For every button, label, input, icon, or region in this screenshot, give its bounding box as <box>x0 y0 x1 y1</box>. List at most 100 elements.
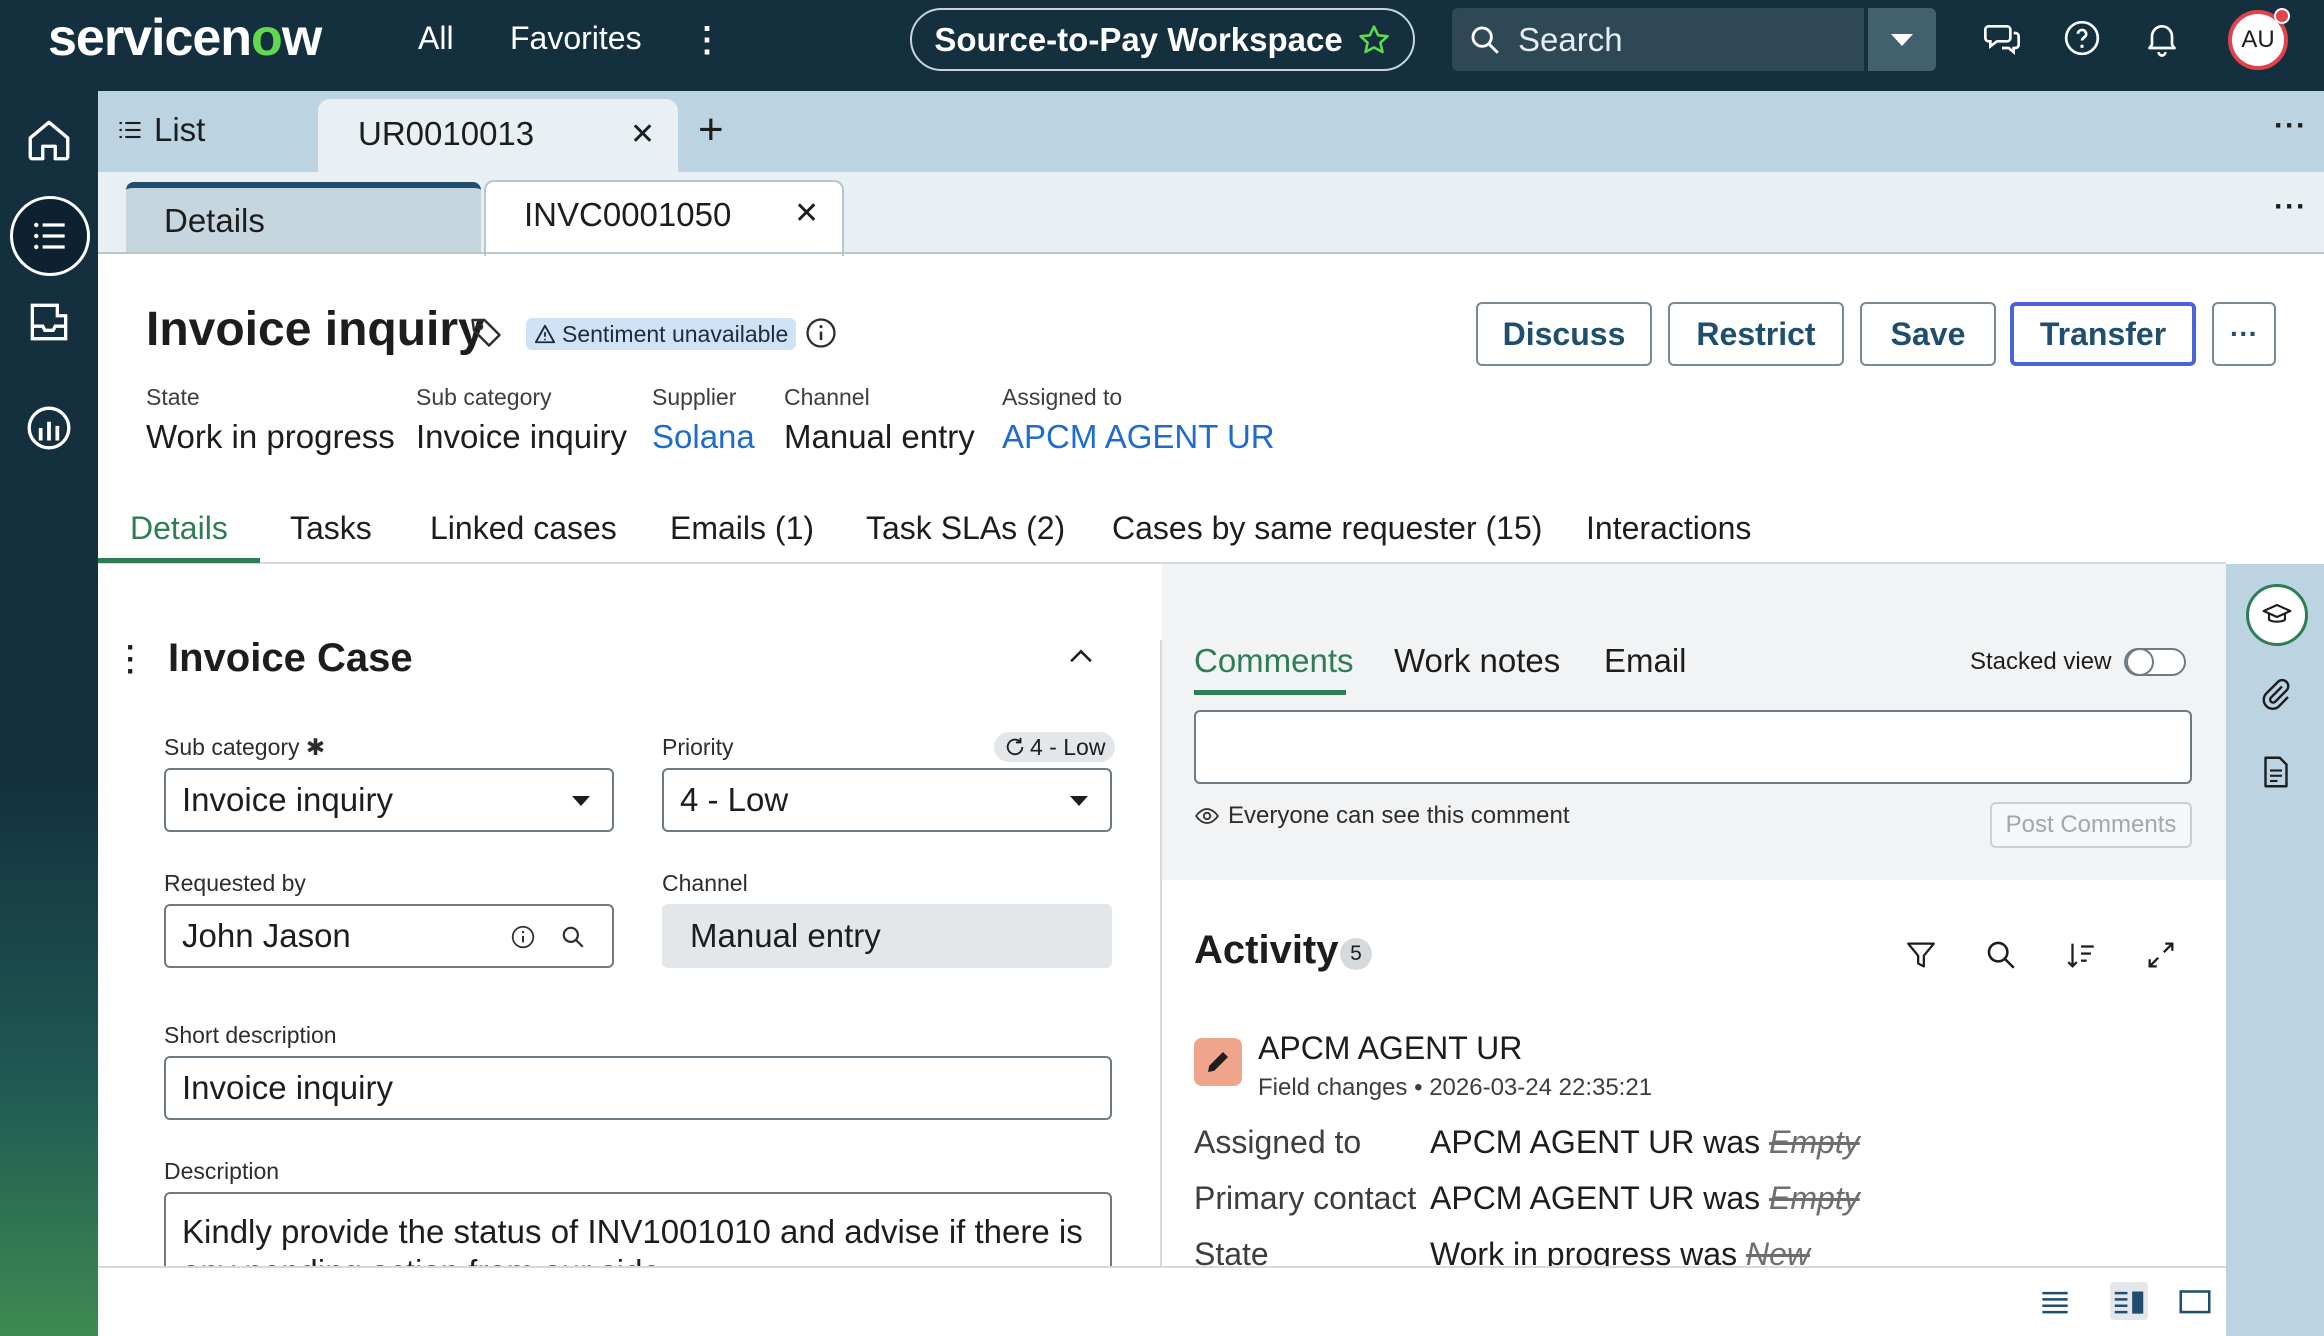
supplier-link[interactable]: Solana <box>652 418 755 456</box>
tab-ur0010013[interactable]: UR0010013 <box>318 99 678 172</box>
tab-emails[interactable]: Emails (1) <box>670 510 814 547</box>
tab-task-slas[interactable]: Task SLAs (2) <box>866 510 1065 547</box>
pencil-icon <box>1208 1052 1228 1072</box>
tab-details[interactable]: Details <box>130 510 228 547</box>
activity-meta: Field changes • 2026-03-24 22:35:21 <box>1258 1074 1653 1101</box>
info-icon[interactable] <box>510 924 536 950</box>
list-tab[interactable]: List <box>116 111 205 149</box>
tab-invc0001050[interactable]: INVC0001050 <box>484 180 844 256</box>
visibility-text: Everyone can see this comment <box>1228 802 1570 829</box>
tab-email[interactable]: Email <box>1604 642 1687 680</box>
meta-value-state: Work in progress <box>146 418 395 455</box>
tab-linked-cases[interactable]: Linked cases <box>430 510 617 547</box>
inbox-icon[interactable] <box>24 297 74 347</box>
meta-label-channel: Channel <box>784 384 870 410</box>
meta-value-subcategory: Invoice inquiry <box>416 418 627 455</box>
search-icon[interactable] <box>1984 938 2018 972</box>
sort-icon[interactable] <box>2064 938 2098 972</box>
list-nav-button[interactable] <box>10 196 90 276</box>
close-tab-icon[interactable]: ✕ <box>630 117 655 152</box>
filter-icon[interactable] <box>1904 938 1938 972</box>
tab-comments[interactable]: Comments <box>1194 642 1354 680</box>
tab-work-notes[interactable]: Work notes <box>1394 642 1560 680</box>
workspace-selector[interactable]: Source-to-Pay Workspace <box>910 8 1415 71</box>
search-placeholder: Search <box>1518 20 1623 58</box>
analytics-icon[interactable] <box>24 403 74 453</box>
meta-label-assigned: Assigned to <box>1002 384 1123 410</box>
nav-favorites[interactable]: Favorites <box>510 20 642 57</box>
tab-cases-by-requester[interactable]: Cases by same requester (15) <box>1112 510 1542 547</box>
requested-by-field[interactable]: John Jason <box>164 904 614 968</box>
description-textarea[interactable]: Kindly provide the status of INV1001010 … <box>164 1192 1112 1272</box>
chevron-down-icon <box>572 796 590 806</box>
section-menu-icon[interactable]: · · · <box>126 633 136 687</box>
subcategory-select[interactable]: Invoice inquiry <box>164 768 614 832</box>
assigned-to-link[interactable]: APCM AGENT UR <box>1002 418 1275 456</box>
save-button[interactable]: Save <box>1860 302 1996 366</box>
active-tab-indicator <box>1194 690 1346 695</box>
short-description-value: Invoice inquiry <box>182 1069 393 1106</box>
sentiment-label: Sentiment unavailable <box>562 320 789 347</box>
change-value: APCM AGENT UR was Empty <box>1430 1124 1860 1160</box>
bell-icon[interactable] <box>2142 18 2182 58</box>
more-menu-icon[interactable]: ⋮ <box>690 20 724 60</box>
priority-select[interactable]: 4 - Low <box>662 768 1112 832</box>
paperclip-icon[interactable] <box>2258 676 2294 712</box>
tab-details[interactable]: Details <box>126 182 481 254</box>
restrict-button[interactable]: Restrict <box>1668 302 1844 366</box>
post-comments-button[interactable]: Post Comments <box>1990 802 2192 848</box>
more-horizontal-icon[interactable]: ··· <box>2274 190 2307 224</box>
activity-avatar <box>1194 1038 1242 1086</box>
help-icon[interactable] <box>2062 18 2102 58</box>
chevron-down-icon <box>1891 33 1913 46</box>
chevron-up-icon[interactable] <box>1064 640 1098 674</box>
split-view-icon[interactable] <box>2110 1282 2148 1320</box>
servicenow-logo[interactable]: servicenow <box>48 8 322 68</box>
subtab-bar: Details INVC0001050 ✕ ··· <box>98 172 2324 256</box>
graduation-cap-icon <box>2262 603 2292 623</box>
search-icon <box>1471 26 1499 54</box>
close-tab-icon[interactable]: ✕ <box>794 196 819 231</box>
list-view-icon[interactable] <box>2036 1282 2074 1320</box>
expand-icon[interactable] <box>2144 938 2178 972</box>
active-tab-indicator <box>98 558 260 563</box>
required-mark: ✱ <box>305 734 326 760</box>
subcategory-label: Sub category ✱ <box>164 734 326 760</box>
chevron-down-icon <box>1070 796 1088 806</box>
sentiment-badge: Sentiment unavailable <box>526 318 797 350</box>
divider <box>98 252 2324 254</box>
activity-author: APCM AGENT UR <box>1258 1030 1523 1066</box>
short-description-label: Short description <box>164 1022 337 1048</box>
nav-all[interactable]: All <box>418 20 454 57</box>
visibility-note: Everyone can see this comment <box>1194 802 1570 830</box>
workspace-name: Source-to-Pay Workspace <box>934 20 1343 58</box>
priority-badge: 4 - Low <box>994 732 1116 762</box>
star-icon[interactable] <box>1357 23 1391 57</box>
tab-label: UR0010013 <box>358 115 535 152</box>
more-actions-button[interactable]: ··· <box>2212 302 2276 366</box>
requested-by-value: John Jason <box>182 917 351 954</box>
stacked-view-toggle[interactable] <box>2124 648 2186 676</box>
meta-label-state: State <box>146 384 200 410</box>
tab-tasks[interactable]: Tasks <box>290 510 372 547</box>
learning-button[interactable] <box>2246 584 2308 646</box>
info-icon[interactable] <box>804 316 838 350</box>
tag-icon[interactable] <box>468 314 504 350</box>
workspace-tab-bar: List UR0010013 ✕ + ··· <box>98 91 2324 172</box>
short-description-input[interactable]: Invoice inquiry <box>164 1056 1112 1120</box>
search-icon[interactable] <box>560 924 586 950</box>
requested-by-label: Requested by <box>164 870 306 896</box>
transfer-button[interactable]: Transfer <box>2010 302 2196 366</box>
priority-value: 4 - Low <box>680 781 789 818</box>
home-icon[interactable] <box>24 115 74 165</box>
new-tab-icon[interactable]: + <box>698 105 724 155</box>
single-view-icon[interactable] <box>2176 1282 2214 1320</box>
comment-textarea[interactable] <box>1194 710 2192 784</box>
discuss-button[interactable]: Discuss <box>1476 302 1652 366</box>
tab-interactions[interactable]: Interactions <box>1586 510 1751 547</box>
document-icon[interactable] <box>2258 754 2294 790</box>
global-search-input[interactable]: Search <box>1452 8 1864 71</box>
search-scope-dropdown[interactable] <box>1868 8 1936 71</box>
chat-icon[interactable] <box>1982 18 2022 58</box>
more-horizontal-icon[interactable]: ··· <box>2274 109 2307 143</box>
